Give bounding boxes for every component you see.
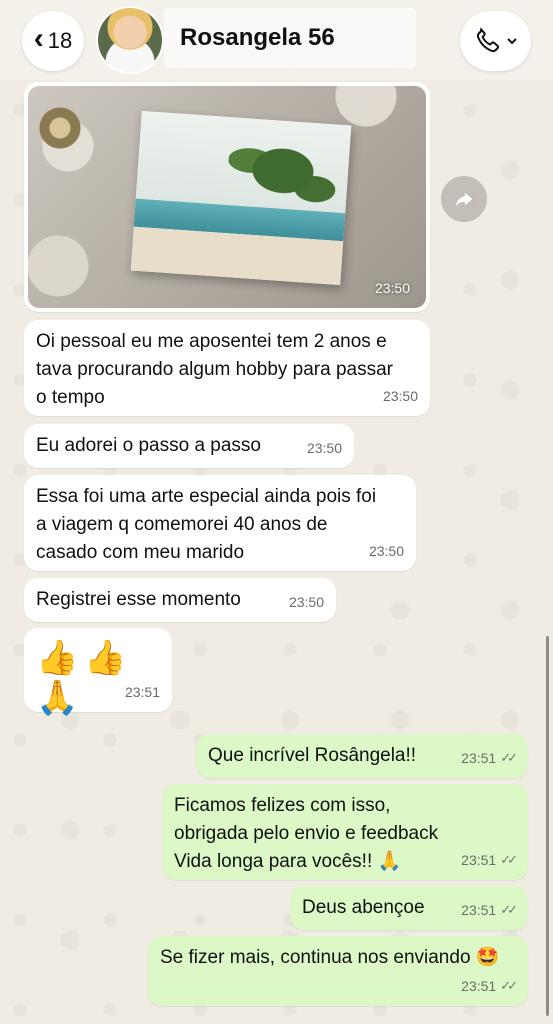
double-check-icon: ✓✓ <box>500 750 518 765</box>
phone-icon <box>476 27 499 53</box>
chat-header: ‹ 18 Rosangela 56 <box>0 0 553 80</box>
call-button[interactable] <box>460 11 531 71</box>
watercolor-card <box>130 110 352 286</box>
double-check-icon: ✓✓ <box>500 902 518 917</box>
back-button[interactable]: ‹ 18 <box>22 11 84 71</box>
message-bubble-incoming[interactable]: Registrei esse momento 23:50 <box>24 578 336 622</box>
avatar[interactable] <box>96 6 164 74</box>
forward-button[interactable] <box>441 176 487 222</box>
message-time: 23:51 <box>461 902 497 918</box>
double-check-icon: ✓✓ <box>500 852 518 867</box>
message-time: 23:50 <box>374 280 410 296</box>
message-bubble-incoming[interactable]: Eu adorei o passo a passo 23:50 <box>24 424 354 468</box>
message-time: 23:50 <box>382 388 418 404</box>
message-bubble-incoming[interactable]: 👍👍🙏 23:51 <box>24 628 172 718</box>
message-text: Eu adorei o passo a passo <box>36 435 261 456</box>
message-time: 23:51 <box>461 978 497 994</box>
scrollbar[interactable] <box>546 636 549 1016</box>
forward-icon <box>455 192 473 207</box>
contact-title[interactable]: Rosangela 56 <box>164 8 416 68</box>
dried-flowers <box>30 88 90 168</box>
message-text: Deus abençoe <box>302 897 425 918</box>
message-bubble-outgoing[interactable]: Se fizer mais, continua nos enviando 🤩 2… <box>148 936 528 1006</box>
message-time: 23:51 <box>461 750 497 766</box>
message-text: Que incrível Rosângela!! <box>208 745 417 766</box>
chevron-down-icon <box>506 38 517 45</box>
message-bubble-outgoing[interactable]: Deus abençoe 23:51 ✓✓ <box>290 886 528 930</box>
unread-count: 18 <box>47 28 73 53</box>
message-time: 23:50 <box>368 543 404 559</box>
message-time: 23:51 <box>124 684 160 700</box>
message-text: Registrei esse momento <box>36 589 241 610</box>
contact-name: Rosangela 56 <box>180 24 335 51</box>
chevron-left-icon: ‹ <box>33 22 44 55</box>
double-check-icon: ✓✓ <box>500 978 518 993</box>
watercolor-photo[interactable]: 23:50 <box>28 86 426 308</box>
image-message[interactable]: 23:50 <box>24 82 430 312</box>
message-time: 23:50 <box>288 594 324 610</box>
message-time: 23:51 <box>461 852 497 868</box>
message-bubble-incoming[interactable]: Oi pessoal eu me aposentei tem 2 anos e … <box>24 320 430 416</box>
message-time: 23:50 <box>306 440 342 456</box>
message-bubble-incoming[interactable]: Essa foi uma arte especial ainda pois fo… <box>24 475 416 571</box>
message-text: Oi pessoal eu me aposentei tem 2 anos e … <box>36 331 394 408</box>
message-bubble-outgoing[interactable]: Que incrível Rosângela!! 23:51 ✓✓ <box>196 734 528 778</box>
message-text: Se fizer mais, continua nos enviando 🤩 <box>160 947 500 968</box>
message-text: Essa foi uma arte especial ainda pois fo… <box>36 486 377 563</box>
message-bubble-outgoing[interactable]: Ficamos felizes com isso, obrigada pelo … <box>162 784 528 880</box>
